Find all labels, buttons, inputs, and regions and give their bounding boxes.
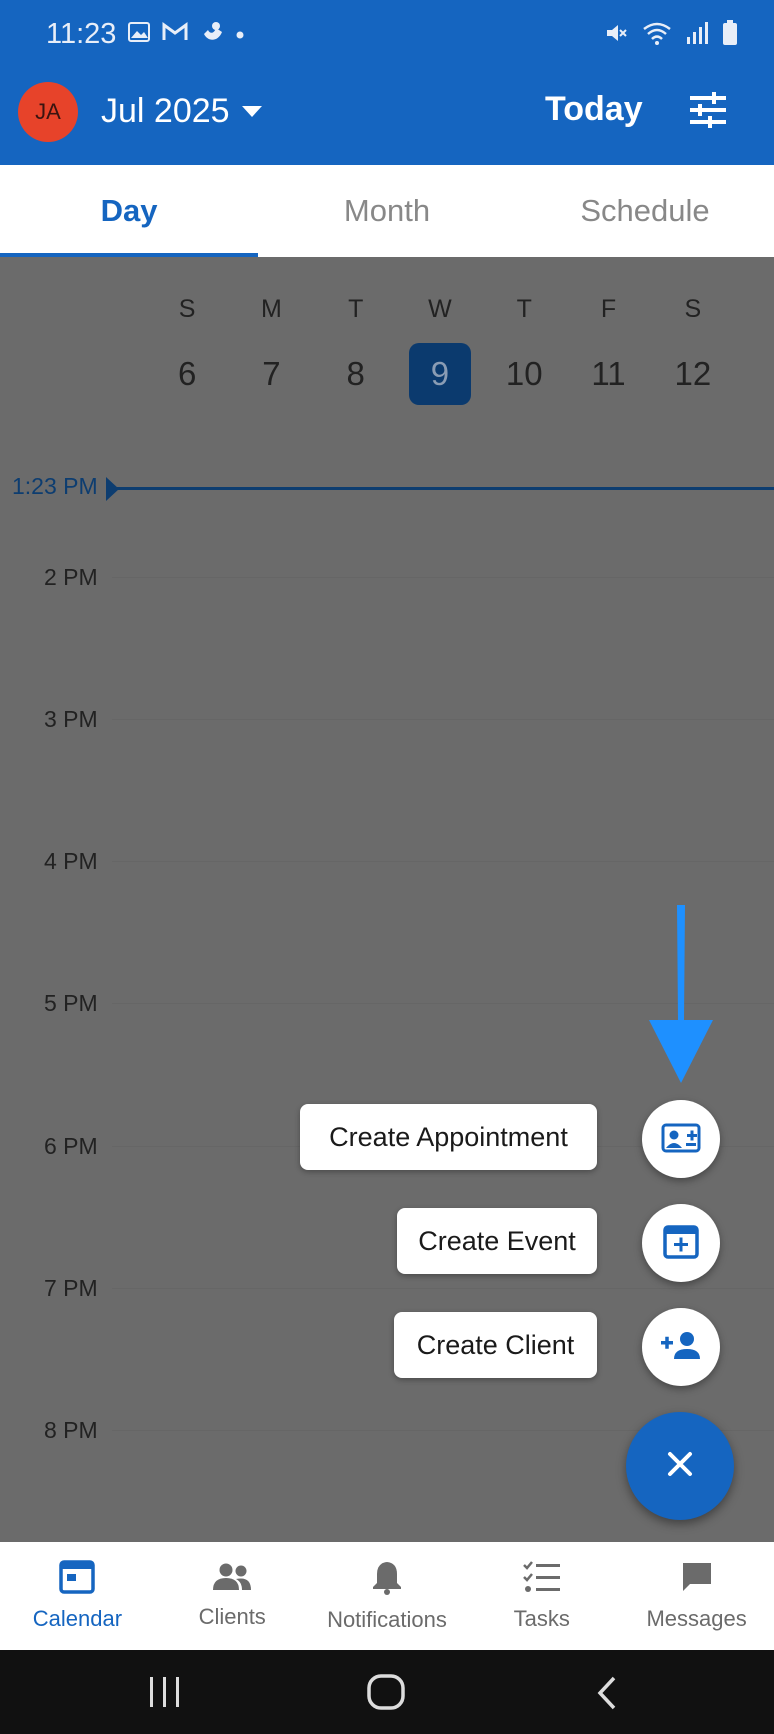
bell-icon: [371, 1559, 403, 1607]
gmail-icon: [162, 22, 188, 47]
hour-label: 5 PM: [44, 990, 98, 1016]
person-add-icon: [660, 1330, 702, 1365]
create-event-label[interactable]: Create Event: [397, 1208, 597, 1274]
nav-calendar[interactable]: Calendar: [0, 1542, 155, 1650]
create-event-button[interactable]: [642, 1204, 720, 1282]
hour-line: [112, 577, 774, 578]
avatar[interactable]: JA: [18, 82, 78, 142]
status-time: 11:23: [46, 18, 117, 50]
hour-label: 7 PM: [44, 1275, 98, 1301]
selected-day: 9: [408, 343, 471, 405]
people-icon: [211, 1562, 253, 1604]
create-appointment-button[interactable]: [642, 1100, 720, 1178]
calendar-icon: [59, 1560, 96, 1606]
tab-day[interactable]: Day: [0, 165, 258, 257]
hour-label: 8 PM: [44, 1417, 98, 1443]
close-speed-dial-button[interactable]: [626, 1412, 734, 1520]
dot-icon: [236, 26, 244, 44]
status-bar: 11:23: [0, 0, 774, 70]
week-day-wed-selected[interactable]: W 9: [398, 295, 482, 405]
create-appointment-label[interactable]: Create Appointment: [300, 1104, 597, 1170]
hour-line: [112, 719, 774, 720]
close-icon: [667, 1451, 693, 1482]
appointment-add-icon: [660, 1120, 702, 1159]
view-tabs: Day Month Schedule: [0, 165, 774, 257]
today-button[interactable]: Today: [545, 90, 643, 129]
month-selector[interactable]: Jul 2025: [101, 92, 230, 131]
bottom-navigation: Calendar Clients Notifications Tasks Mes…: [0, 1542, 774, 1650]
week-day-thu[interactable]: T 10: [482, 295, 566, 405]
create-client-label[interactable]: Create Client: [394, 1312, 597, 1378]
create-client-button[interactable]: [642, 1308, 720, 1386]
battery-icon: [722, 20, 738, 51]
signal-icon: [686, 21, 708, 50]
week-strip: S 6 M 7 T 8 W 9 T 10 F 11 S 12: [145, 295, 735, 405]
back-icon[interactable]: [596, 1676, 618, 1715]
chat-icon: [680, 1560, 714, 1606]
app-bar: JA Jul 2025 Today: [0, 78, 774, 148]
nav-tasks[interactable]: Tasks: [464, 1542, 619, 1650]
recents-icon[interactable]: [148, 1676, 182, 1713]
nav-notifications[interactable]: Notifications: [310, 1542, 465, 1650]
hour-label: 6 PM: [44, 1133, 98, 1159]
top-app-bar: 11:23 JA Jul 2025 Today: [0, 0, 774, 165]
mute-icon: [604, 21, 628, 50]
checklist-icon: [522, 1560, 561, 1606]
system-navigation-bar: [0, 1650, 774, 1734]
wifi-icon: [642, 21, 672, 50]
phone-icon: [200, 20, 224, 49]
hour-label: 2 PM: [44, 564, 98, 590]
week-day-sun[interactable]: S 6: [145, 295, 229, 405]
tab-month[interactable]: Month: [258, 165, 516, 257]
chevron-down-icon[interactable]: [242, 106, 262, 117]
home-icon[interactable]: [367, 1674, 405, 1715]
hour-label: 4 PM: [44, 848, 98, 874]
image-icon: [128, 22, 150, 47]
current-time-label: 1:23 PM: [12, 473, 98, 499]
week-day-sat[interactable]: S 12: [651, 295, 735, 405]
calendar-add-icon: [662, 1222, 700, 1265]
hour-line: [112, 861, 774, 862]
hour-label: 3 PM: [44, 706, 98, 732]
tune-icon[interactable]: [688, 90, 728, 135]
arrow-down-icon: [647, 905, 715, 1090]
week-day-mon[interactable]: M 7: [229, 295, 313, 405]
nav-messages[interactable]: Messages: [619, 1542, 774, 1650]
week-day-fri[interactable]: F 11: [566, 295, 650, 405]
tab-schedule[interactable]: Schedule: [516, 165, 774, 257]
week-day-tue[interactable]: T 8: [314, 295, 398, 405]
hour-line: [112, 1288, 774, 1289]
nav-clients[interactable]: Clients: [155, 1542, 310, 1650]
current-time-line: [112, 487, 774, 490]
